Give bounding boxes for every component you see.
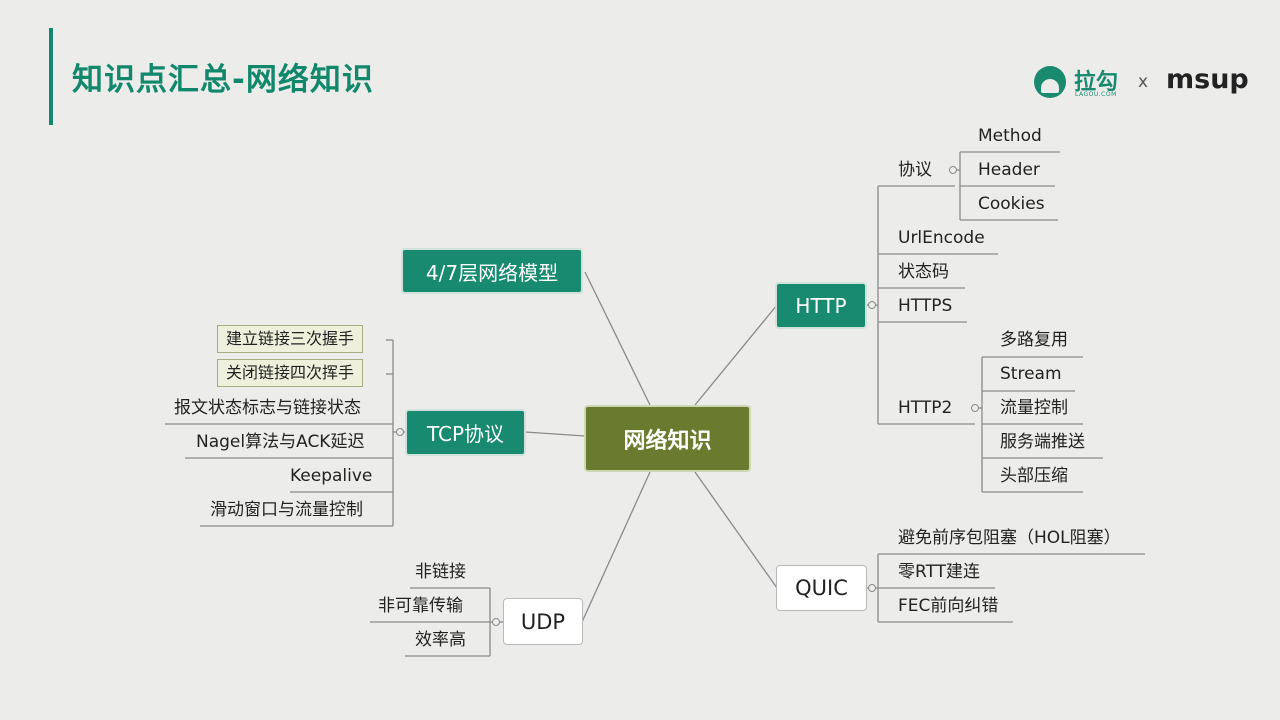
http2-header-compression: 头部压缩 (1000, 466, 1068, 486)
http-status-code: 状态码 (898, 262, 949, 282)
quic-zero-rtt: 零RTT建连 (898, 562, 981, 582)
center-node: 网络知识 (584, 405, 751, 472)
http2-multiplexing: 多路复用 (1000, 330, 1068, 350)
node-tcp: TCP协议 (405, 409, 526, 456)
tcp-sliding-window: 滑动窗口与流量控制 (210, 500, 363, 520)
http2-flow-control: 流量控制 (1000, 398, 1068, 418)
connector-model (584, 271, 651, 406)
http-protocol-label: 协议 (898, 160, 932, 180)
http-http2: HTTP2 (898, 398, 953, 418)
collapse-dot-udp (492, 618, 500, 626)
tcp-flags-and-states: 报文状态标志与链接状态 (174, 398, 361, 418)
node-quic: QUIC (776, 565, 867, 611)
connector-http (694, 304, 778, 406)
slide: 知识点汇总-网络知识 拉勾 LAGOU.COM x msup 网络知识 4/7层… (0, 0, 1280, 720)
collapse-dot-protocol (949, 166, 957, 174)
tcp-keepalive: Keepalive (290, 466, 373, 486)
collapse-dot-http (868, 301, 876, 309)
udp-connectionless: 非链接 (415, 562, 466, 582)
node-network-model: 4/7层网络模型 (401, 248, 583, 294)
collapse-dot-http2 (971, 404, 979, 412)
tcp-nagle-ack-delay: Nagel算法与ACK延迟 (196, 432, 365, 452)
connector-tcp (524, 431, 586, 437)
connector-quic (694, 471, 778, 589)
tcp-three-way-handshake: 建立链接三次握手 (217, 325, 364, 353)
connector-udp (581, 471, 651, 623)
udp-efficient: 效率高 (415, 630, 466, 650)
http-cookies: Cookies (978, 194, 1045, 214)
node-http: HTTP (775, 282, 867, 329)
http-https: HTTPS (898, 296, 953, 316)
collapse-dot-tcp (396, 428, 404, 436)
node-udp: UDP (503, 598, 583, 645)
tcp-four-way-wave: 关闭链接四次挥手 (217, 359, 364, 387)
mindmap-connectors (165, 151, 1145, 657)
http-urlencode: UrlEncode (898, 228, 985, 248)
http-header: Header (978, 160, 1040, 180)
collapse-dot-quic (868, 584, 876, 592)
quic-hol-avoidance: 避免前序包阻塞（HOL阻塞） (898, 528, 1121, 548)
quic-fec: FEC前向纠错 (898, 596, 999, 616)
http-method: Method (978, 126, 1042, 146)
http2-stream: Stream (1000, 364, 1062, 384)
udp-unreliable: 非可靠传输 (378, 596, 463, 616)
http2-server-push: 服务端推送 (1000, 432, 1085, 452)
